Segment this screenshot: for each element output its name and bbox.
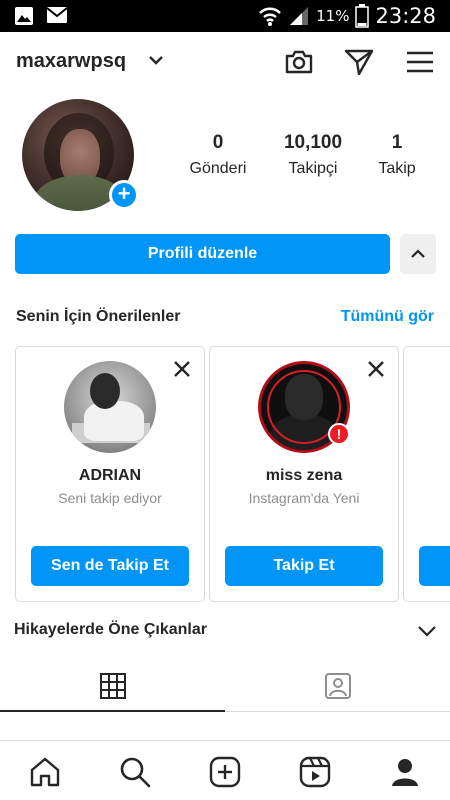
grid-icon — [99, 673, 126, 699]
direct-send-icon[interactable] — [343, 46, 375, 78]
suggestions-toggle-button[interactable] — [400, 234, 436, 274]
suggestions-title: Senin İçin Önerilenler — [16, 308, 181, 325]
suggestion-avatar[interactable] — [64, 361, 156, 453]
gallery-icon — [15, 7, 33, 25]
stat-posts-label: Gönderi — [189, 160, 247, 177]
mail-icon — [46, 7, 68, 23]
profile-icon[interactable] — [388, 755, 422, 789]
alert-badge-icon: ! — [328, 423, 350, 445]
chevron-up-icon — [411, 249, 425, 258]
suggestion-card: ! miss zena Instagram'da Yeni Takip Et — [209, 346, 399, 602]
close-icon[interactable] — [366, 359, 386, 379]
profile-header: maxarwpsq — [0, 32, 450, 94]
signal-icon — [290, 7, 309, 25]
wifi-icon — [259, 7, 282, 26]
suggestion-subtitle: Instagram'da Yeni — [248, 490, 360, 506]
tagged-icon — [324, 673, 351, 699]
stat-following-label: Takip — [378, 160, 416, 177]
tab-grid[interactable] — [0, 660, 225, 712]
stat-followers-value: 10,100 — [283, 132, 343, 153]
close-icon[interactable] — [172, 359, 192, 379]
chevron-down-icon[interactable] — [416, 620, 438, 642]
add-post-icon[interactable] — [208, 755, 242, 789]
suggestion-subtitle: Seni takip ediyor — [58, 490, 162, 506]
battery-icon — [355, 4, 370, 28]
suggestion-name[interactable]: miss zena — [210, 467, 398, 485]
stat-posts[interactable]: 0 Gönderi — [186, 132, 250, 178]
search-icon[interactable] — [118, 755, 152, 789]
status-left-icons — [14, 6, 68, 26]
battery-percent: 11% — [316, 7, 350, 25]
menu-icon[interactable] — [404, 46, 436, 78]
username[interactable]: maxarwpsq — [16, 50, 126, 73]
tab-tagged[interactable] — [225, 660, 450, 712]
profile-tabs — [0, 660, 450, 712]
add-story-icon[interactable]: + — [109, 180, 139, 210]
suggestion-card: ADRIAN Seni takip ediyor Sen de Takip Et — [15, 346, 205, 602]
status-right: 11% 23:28 — [258, 4, 436, 28]
suggestion-card-partial — [403, 346, 450, 602]
stat-followers[interactable]: 10,100 Takipçi — [276, 132, 350, 178]
follow-back-button[interactable]: Sen de Takip Et — [31, 546, 189, 586]
highlights-title: Hikayelerde Öne Çıkanlar — [14, 621, 207, 638]
stat-followers-label: Takipçi — [288, 160, 338, 177]
follow-button-partial[interactable] — [419, 546, 450, 586]
edit-profile-button[interactable]: Profili düzenle — [15, 234, 390, 274]
bottom-nav — [0, 740, 450, 800]
stat-posts-value: 0 — [212, 132, 224, 153]
follow-button[interactable]: Takip Et — [225, 546, 383, 586]
clock: 23:28 — [375, 4, 436, 28]
suggestion-name[interactable]: ADRIAN — [16, 467, 204, 485]
stat-following[interactable]: 1 Takip — [370, 132, 424, 178]
home-icon[interactable] — [28, 755, 62, 789]
camera-icon[interactable] — [283, 46, 315, 78]
stat-following-value: 1 — [391, 132, 403, 153]
status-bar: 11% 23:28 — [0, 0, 450, 32]
chevron-down-icon[interactable] — [148, 54, 164, 66]
reels-icon[interactable] — [298, 755, 332, 789]
see-all-link[interactable]: Tümünü gör — [341, 308, 434, 326]
